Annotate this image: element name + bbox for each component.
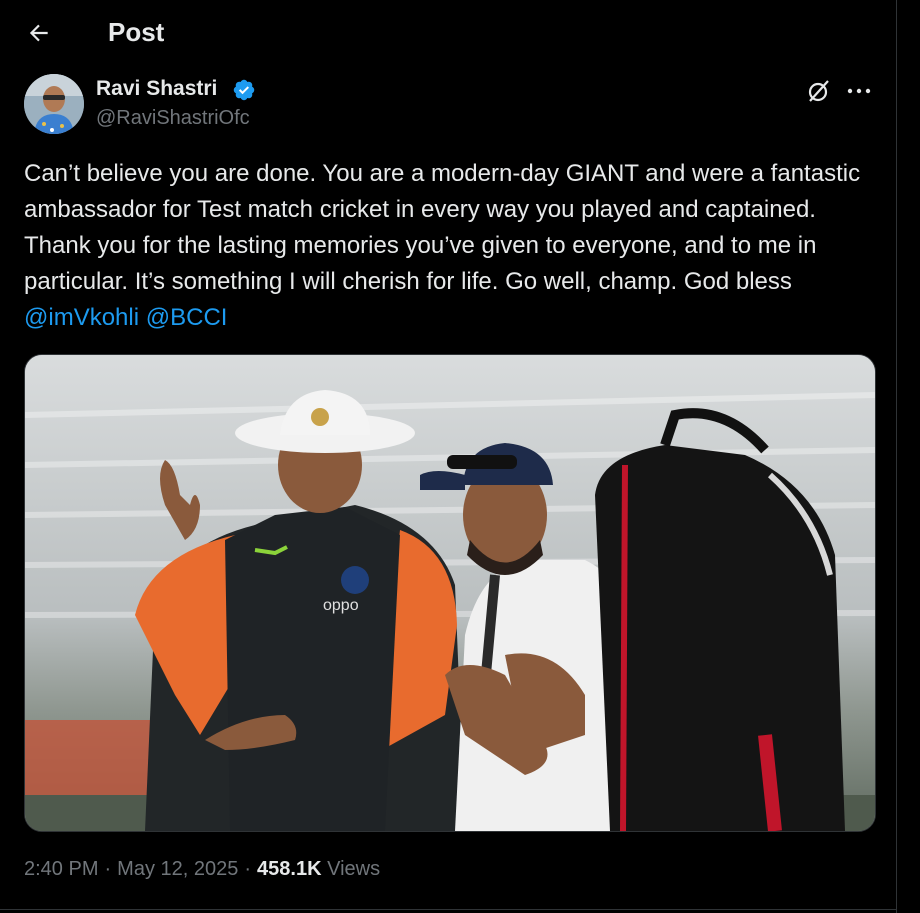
post-header: Post — [0, 0, 896, 64]
cap-logo-text: oppo — [323, 597, 359, 614]
page-title: Post — [108, 17, 165, 47]
views-label: Views — [327, 858, 381, 880]
avatar-image — [24, 74, 84, 134]
post-time[interactable]: 2:40 PM — [24, 858, 98, 880]
tweet-media[interactable]: oppo — [24, 354, 876, 832]
views-count: 458.1K — [257, 858, 322, 880]
back-arrow-icon — [29, 24, 48, 42]
avatar[interactable] — [24, 74, 84, 134]
meta-separator: · — [104, 858, 112, 880]
more-icon — [847, 88, 871, 94]
author-handle[interactable]: @RaviShastriOfc — [96, 107, 250, 130]
bottom-divider — [0, 909, 896, 910]
tweet-body: Can’t believe you are done. You are a mo… — [24, 160, 861, 295]
author-name[interactable]: Ravi Shastri — [96, 77, 217, 101]
back-button[interactable] — [20, 14, 58, 52]
meta-separator: · — [244, 858, 252, 880]
post-date[interactable]: May 12, 2025 — [117, 858, 238, 880]
tweet-text: Can’t believe you are done. You are a mo… — [24, 156, 884, 336]
verified-badge-icon — [233, 79, 255, 101]
mention-link[interactable]: @imVkohli — [24, 304, 139, 331]
mention-link[interactable]: @BCCI — [146, 304, 228, 331]
grok-button[interactable] — [804, 76, 834, 106]
post-meta: 2:40 PM · May 12, 2025 · 458.1K Views — [24, 858, 380, 881]
more-button[interactable] — [842, 76, 876, 106]
column-divider — [896, 0, 897, 913]
grok-icon — [808, 80, 829, 102]
media-photo: oppo — [25, 355, 875, 831]
